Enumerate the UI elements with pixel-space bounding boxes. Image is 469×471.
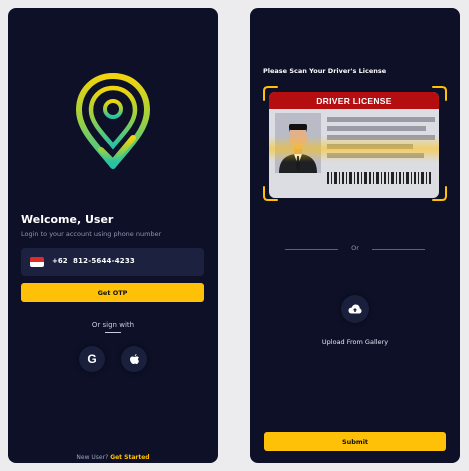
apple-icon <box>129 353 139 364</box>
or-divider: Or <box>285 244 425 254</box>
location-pin-check-icon <box>76 73 150 169</box>
get-otp-button[interactable]: Get OTP <box>21 283 204 302</box>
upload-from-gallery-label[interactable]: Upload From Gallery <box>250 338 460 346</box>
country-code[interactable]: +62 <box>52 257 68 265</box>
scan-license-screen: Please Scan Your Driver's License DRIVER… <box>250 8 460 463</box>
cloud-upload-icon <box>348 304 362 314</box>
login-screen: Welcome, User Login to your account usin… <box>8 8 218 463</box>
google-sign-in-button[interactable]: G <box>79 346 105 372</box>
welcome-title: Welcome, User <box>21 213 114 226</box>
upload-from-gallery-button[interactable] <box>341 295 369 323</box>
submit-button[interactable]: Submit <box>264 432 446 451</box>
indonesia-flag-icon[interactable] <box>30 257 44 267</box>
footer-signup: New User? Get Started <box>8 454 218 461</box>
footer-prefix: New User? <box>76 454 109 461</box>
or-sign-with-label: Or sign with <box>91 321 135 329</box>
apple-sign-in-button[interactable] <box>121 346 147 372</box>
scan-frame-corners <box>263 86 447 201</box>
google-icon: G <box>87 352 97 366</box>
phone-number-value[interactable]: 812-5644-4233 <box>73 257 135 265</box>
welcome-subtitle: Login to your account using phone number <box>21 230 162 238</box>
divider <box>105 332 121 333</box>
or-label: Or <box>351 244 359 252</box>
phone-input[interactable]: +62 812-5644-4233 <box>21 248 204 276</box>
get-started-link[interactable]: Get Started <box>110 454 149 461</box>
scan-title: Please Scan Your Driver's License <box>263 67 387 75</box>
